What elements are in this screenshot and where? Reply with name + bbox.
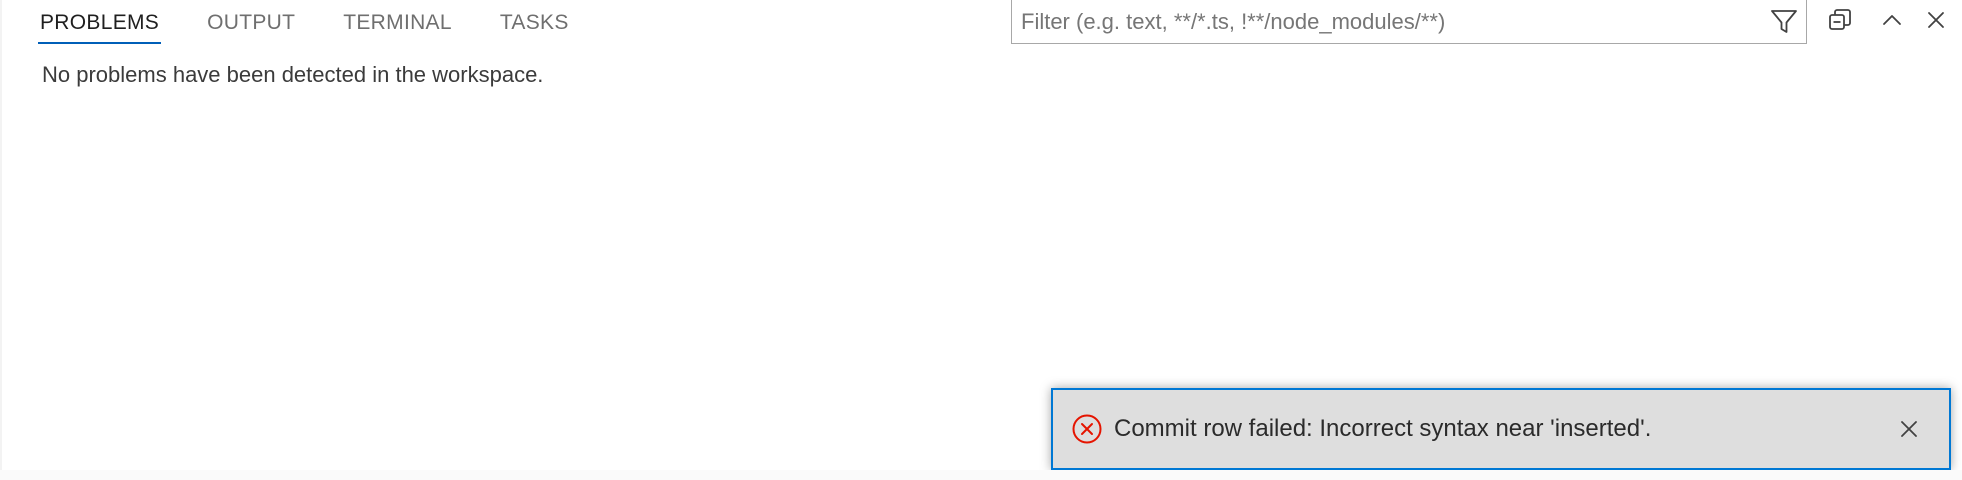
close-panel-icon[interactable]	[1918, 2, 1954, 38]
tab-output[interactable]: OUTPUT	[207, 0, 295, 44]
notification-close-icon[interactable]	[1889, 409, 1929, 449]
filter-icon[interactable]	[1762, 0, 1806, 44]
error-notification-toast: Commit row failed: Incorrect syntax near…	[1051, 388, 1951, 470]
problems-filter-box	[1011, 0, 1807, 44]
tab-problems[interactable]: PROBLEMS	[37, 0, 162, 44]
collapse-all-icon[interactable]	[1822, 2, 1858, 38]
no-problems-message: No problems have been detected in the wo…	[42, 62, 544, 87]
problems-panel: PROBLEMS OUTPUT TERMINAL TASKS No proble…	[0, 0, 1962, 480]
panel-tabs: PROBLEMS OUTPUT TERMINAL TASKS	[37, 0, 617, 44]
chevron-up-icon[interactable]	[1874, 2, 1910, 38]
error-icon	[1071, 413, 1103, 445]
tab-tasks[interactable]: TASKS	[500, 0, 569, 44]
notification-message: Commit row failed: Incorrect syntax near…	[1114, 415, 1652, 442]
panel-bottom-edge	[0, 470, 1962, 480]
tab-terminal[interactable]: TERMINAL	[343, 0, 452, 44]
panel-left-border	[0, 0, 2, 480]
filter-input[interactable]	[1012, 1, 1762, 42]
